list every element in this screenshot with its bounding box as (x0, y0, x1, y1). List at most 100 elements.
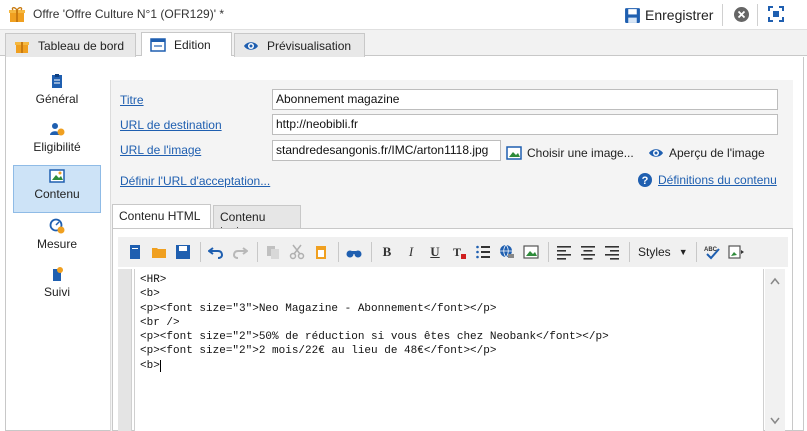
new-document-button[interactable] (124, 241, 146, 263)
binoculars-icon (346, 250, 362, 258)
maximize-icon[interactable] (767, 5, 785, 23)
eye-icon (244, 41, 258, 50)
image-url-field[interactable]: standredesangonis.fr/IMC/arton1118.jpg (272, 140, 501, 161)
nav-label: Général (35, 92, 79, 106)
tab-html-content[interactable]: Contenu HTML (112, 204, 211, 229)
clear-format-icon: T (453, 245, 466, 259)
spellcheck-icon: ABC (704, 247, 720, 260)
content-definitions-link[interactable]: ? Définitions du contenu (637, 172, 777, 188)
title-label[interactable]: Titre (120, 93, 144, 107)
code-line: <b> (140, 359, 160, 372)
globe-link-icon (500, 244, 514, 258)
gift-icon (15, 41, 29, 53)
tab-preview[interactable]: Prévisualisation (234, 33, 365, 57)
clear-format-button[interactable]: T (448, 241, 470, 263)
tab-text-content[interactable]: Contenu texte (213, 205, 301, 238)
vertical-scrollbar[interactable] (765, 269, 785, 431)
more-tools-button[interactable] (725, 241, 747, 263)
find-button[interactable] (343, 241, 365, 263)
save-label: Enregistrer (645, 7, 714, 23)
folder-icon (152, 248, 166, 258)
main-tab-bar: Tableau de bord Edition Prévisualisation (0, 30, 807, 57)
toolbar-divider (722, 4, 723, 26)
image-more-icon (728, 245, 744, 259)
list-icon (476, 245, 490, 259)
new-document-icon (130, 245, 140, 259)
destination-url-label[interactable]: URL de destination (120, 118, 222, 132)
image-icon (49, 169, 65, 183)
code-line: <HR> (140, 274, 167, 286)
nav-eligibility[interactable]: Eligibilité (13, 119, 101, 167)
cut-button[interactable] (286, 241, 308, 263)
undo-button[interactable] (205, 241, 227, 263)
tab-label: Tableau de bord (38, 38, 125, 53)
nav-label: Eligibilité (33, 140, 81, 154)
tab-label: Edition (174, 37, 211, 52)
link-button[interactable] (496, 241, 518, 263)
insert-image-button[interactable] (520, 241, 542, 263)
html-code[interactable]: <HR> <b> <p><font size="3">Neo Magazine - … (140, 273, 609, 373)
edit-window-icon (150, 37, 166, 52)
gift-icon (9, 7, 25, 22)
nav-measure[interactable]: Mesure (13, 216, 101, 264)
align-left-button[interactable] (553, 241, 575, 263)
svg-text:?: ? (642, 175, 649, 187)
editor-gutter (118, 269, 132, 431)
code-line: <b> (140, 288, 160, 301)
toolbar-divider (338, 242, 339, 262)
close-icon[interactable] (733, 6, 750, 23)
gauge-icon (49, 218, 65, 234)
help-icon: ? (638, 173, 652, 187)
nav-content[interactable]: Contenu (13, 165, 101, 213)
tab-dashboard[interactable]: Tableau de bord (5, 33, 136, 57)
align-right-icon (605, 246, 619, 260)
image-icon (506, 146, 522, 160)
styles-label: Styles (638, 245, 671, 259)
align-center-button[interactable] (577, 241, 599, 263)
toolbar-divider (548, 242, 549, 262)
paste-button[interactable] (310, 241, 332, 263)
title-bar: Offre 'Offre Culture N°1 (OFR129)' * Enr… (0, 0, 807, 30)
italic-button[interactable]: I (400, 241, 422, 263)
title-field[interactable]: Abonnement magazine (272, 89, 778, 110)
chevron-down-icon: ▼ (678, 247, 688, 257)
spellcheck-button[interactable]: ABC (701, 241, 723, 263)
copy-icon (267, 246, 279, 259)
toolbar-divider (371, 242, 372, 262)
copy-button[interactable] (262, 241, 284, 263)
save-button[interactable]: Enregistrer (624, 5, 713, 25)
clipboard-icon (52, 74, 62, 88)
undo-icon (208, 247, 224, 259)
scroll-up-arrow-icon[interactable] (770, 277, 780, 285)
styles-dropdown[interactable]: Styles ▼ (634, 245, 692, 259)
code-line: <p><font size="2">50% de réduction si vo… (140, 331, 609, 344)
choose-image-button[interactable]: Choisir une image... (506, 145, 634, 161)
nav-general[interactable]: Général (13, 71, 101, 119)
image-preview-button[interactable]: Aperçu de l'image (648, 145, 765, 161)
redo-button[interactable] (229, 241, 251, 263)
save-icon (625, 7, 640, 23)
tab-edition[interactable]: Edition (141, 32, 232, 56)
code-line-last: <b> (140, 359, 609, 373)
scroll-down-arrow-icon[interactable] (770, 417, 780, 425)
nav-tracking[interactable]: Suivi (13, 264, 101, 312)
list-button[interactable] (472, 241, 494, 263)
tab-label: Prévisualisation (267, 38, 352, 53)
choose-image-label: Choisir une image... (527, 146, 634, 160)
content-definitions-label: Définitions du contenu (658, 173, 777, 187)
nav-label: Suivi (43, 285, 70, 299)
define-url-link[interactable]: Définir l'URL d'acceptation... (120, 174, 270, 188)
image-url-label[interactable]: URL de l'image (120, 143, 201, 157)
bold-button[interactable]: B (376, 241, 398, 263)
image-preview-label: Aperçu de l'image (669, 146, 765, 160)
nav-label: Mesure (36, 237, 77, 251)
nav-label: Contenu (34, 187, 80, 201)
open-button[interactable] (148, 241, 170, 263)
destination-url-field[interactable]: http://neobibli.fr (272, 114, 778, 135)
tracking-icon (53, 267, 63, 281)
save-editor-button[interactable] (172, 241, 194, 263)
align-right-button[interactable] (601, 241, 623, 263)
align-left-icon (557, 246, 571, 260)
underline-button[interactable]: U (424, 241, 446, 263)
code-line: <br /> (140, 316, 180, 329)
